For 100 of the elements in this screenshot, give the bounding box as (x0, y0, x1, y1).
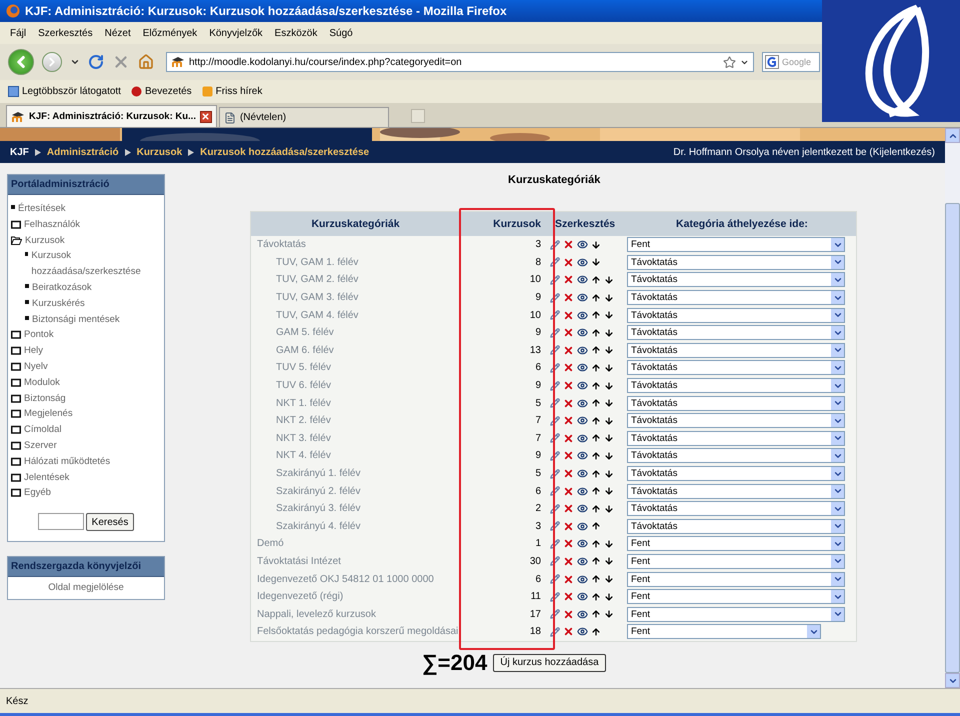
eye-icon[interactable] (577, 503, 588, 514)
move-down-icon[interactable] (604, 310, 614, 320)
edit-icon[interactable] (550, 486, 560, 496)
menu-item[interactable]: Szerkesztés (38, 28, 93, 38)
reload-button[interactable] (88, 54, 104, 70)
category-select[interactable]: Távoktatás (627, 518, 845, 534)
move-down-icon[interactable] (604, 556, 614, 566)
category-select[interactable]: Távoktatás (627, 466, 845, 482)
category-select[interactable]: Távoktatás (627, 290, 845, 306)
category-select[interactable]: Fent (627, 536, 845, 552)
home-button[interactable] (138, 54, 154, 70)
category-select[interactable]: Távoktatás (627, 413, 845, 428)
eye-icon[interactable] (577, 591, 588, 602)
category-select[interactable]: Távoktatás (627, 430, 845, 446)
edit-icon[interactable] (550, 257, 560, 268)
scroll-up-button[interactable] (945, 128, 960, 143)
eye-icon[interactable] (577, 310, 588, 321)
sidebar-item[interactable]: Modulok (11, 374, 161, 391)
move-up-icon[interactable] (591, 574, 601, 584)
category-select[interactable]: Távoktatás (627, 396, 845, 411)
bookmark-page-link[interactable]: Oldal megjelölése (8, 577, 164, 600)
eye-icon[interactable] (577, 398, 588, 409)
delete-icon[interactable] (563, 274, 574, 286)
delete-icon[interactable] (563, 344, 574, 356)
breadcrumb-link[interactable]: Adminisztráció (46, 146, 119, 158)
sidebar-item[interactable]: Kurzusok (11, 232, 161, 248)
category-select[interactable]: Távoktatás (627, 360, 845, 376)
eye-icon[interactable] (577, 608, 588, 620)
delete-icon[interactable] (563, 574, 574, 585)
breadcrumb-link[interactable]: Kurzusok hozzáadása/szerkesztése (200, 146, 370, 158)
menu-item[interactable]: Nézet (104, 28, 131, 38)
category-select[interactable]: Távoktatás (627, 272, 845, 288)
eye-icon[interactable] (577, 556, 588, 567)
delete-icon[interactable] (563, 556, 574, 567)
delete-icon[interactable] (563, 608, 574, 620)
sidebar-item[interactable]: Beiratkozások (11, 280, 161, 296)
sidebar-item[interactable]: Kurzusok hozzáadása/szerkesztése (11, 248, 161, 280)
delete-icon[interactable] (563, 503, 574, 514)
edit-icon[interactable] (550, 592, 560, 602)
category-select[interactable]: Távoktatás (627, 308, 845, 323)
move-down-icon[interactable] (604, 380, 614, 391)
edit-icon[interactable] (550, 538, 560, 549)
sidebar-item[interactable]: Biztonsági mentések (11, 312, 161, 328)
sidebar-item[interactable]: Egyéb (11, 485, 161, 502)
sidebar-item[interactable]: Kurzuskérés (11, 296, 161, 312)
category-select[interactable]: Fent (627, 237, 845, 252)
sidebar-item[interactable]: Pontok (11, 327, 161, 344)
eye-icon[interactable] (577, 327, 588, 338)
delete-icon[interactable] (563, 486, 574, 497)
edit-icon[interactable] (550, 626, 560, 637)
eye-icon[interactable] (577, 362, 588, 374)
move-up-icon[interactable] (591, 468, 601, 479)
star-icon[interactable] (723, 56, 736, 68)
move-down-icon[interactable] (604, 450, 614, 461)
move-down-icon[interactable] (604, 592, 614, 602)
delete-icon[interactable] (563, 239, 574, 250)
move-up-icon[interactable] (591, 592, 601, 602)
search-button[interactable]: Keresés (86, 513, 134, 532)
edit-icon[interactable] (550, 292, 560, 303)
delete-icon[interactable] (563, 432, 574, 444)
forward-button[interactable] (42, 52, 62, 72)
menu-item[interactable]: Előzmények (142, 28, 198, 38)
edit-icon[interactable] (550, 274, 560, 285)
scroll-down-button[interactable] (945, 673, 960, 688)
edit-icon[interactable] (550, 398, 560, 408)
move-up-icon[interactable] (591, 310, 601, 320)
sidebar-item[interactable]: Hálózati működtetés (11, 454, 161, 470)
eye-icon[interactable] (577, 239, 588, 250)
move-down-icon[interactable] (604, 609, 614, 620)
move-down-icon[interactable] (604, 486, 614, 496)
search-input[interactable] (38, 513, 84, 530)
delete-icon[interactable] (563, 520, 574, 532)
category-select[interactable]: Távoktatás (627, 484, 845, 499)
category-select[interactable]: Fent (627, 589, 845, 604)
eye-icon[interactable] (577, 344, 588, 356)
delete-icon[interactable] (563, 380, 574, 392)
sidebar-item[interactable]: Felhasználók (11, 216, 161, 233)
back-button[interactable] (8, 49, 34, 75)
sidebar-item[interactable]: Jelentések (11, 470, 161, 486)
sidebar-item[interactable]: Szerver (11, 438, 161, 454)
eye-icon[interactable] (577, 574, 588, 585)
move-up-icon[interactable] (591, 609, 601, 620)
edit-icon[interactable] (550, 504, 560, 514)
sidebar-item[interactable]: Értesítések (11, 201, 161, 217)
move-up-icon[interactable] (591, 521, 601, 532)
move-up-icon[interactable] (591, 292, 601, 303)
browser-tab[interactable]: KJF: Adminisztráció: Kurzusok: Ku... (6, 105, 217, 127)
edit-icon[interactable] (550, 416, 560, 426)
bookmark-link[interactable]: Legtöbbször látogatott (8, 86, 121, 97)
scroll-thumb[interactable] (945, 203, 960, 673)
move-up-icon[interactable] (591, 398, 601, 408)
history-dropdown-button[interactable] (70, 57, 80, 67)
delete-icon[interactable] (563, 415, 574, 426)
move-down-icon[interactable] (604, 416, 614, 426)
edit-icon[interactable] (550, 574, 560, 584)
edit-icon[interactable] (550, 362, 560, 373)
eye-icon[interactable] (577, 468, 588, 480)
category-select[interactable]: Távoktatás (627, 254, 845, 270)
category-select[interactable]: Fent (627, 572, 845, 587)
eye-icon[interactable] (577, 274, 588, 286)
